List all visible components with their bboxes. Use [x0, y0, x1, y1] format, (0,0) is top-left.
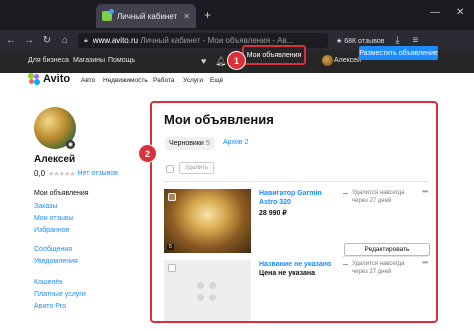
- tab-archive[interactable]: Архив 2: [223, 139, 248, 146]
- sidebar-item-messages[interactable]: Сообщения: [34, 246, 72, 253]
- site-rating-badge[interactable]: ★ 68К отзывов: [336, 37, 384, 45]
- browser-tab-bar: Личный кабинет - Мои ✕ + — ✕: [0, 0, 474, 30]
- profile-name: Алексей: [34, 154, 76, 165]
- sidebar-item-my-ads[interactable]: Мои объявления: [34, 190, 89, 197]
- category-realty[interactable]: Недвижимость: [103, 77, 148, 84]
- status-dash-icon: [343, 193, 348, 194]
- tab-drafts[interactable]: Черновики 5: [165, 137, 214, 150]
- sidebar-item-orders[interactable]: Заказы: [34, 203, 57, 210]
- category-jobs[interactable]: Работа: [153, 77, 174, 84]
- sidebar-item-avito-pro[interactable]: Авито Pro: [34, 303, 66, 310]
- avatar[interactable]: [322, 55, 333, 66]
- sidebar-item-wallet[interactable]: Кошелёк: [34, 279, 62, 286]
- user-menu[interactable]: Алексей: [334, 57, 361, 64]
- edit-button[interactable]: Редактировать: [344, 243, 430, 256]
- ad-photo[interactable]: 5: [164, 189, 251, 253]
- my-ads-link[interactable]: Мои объявления: [242, 45, 306, 65]
- sidebar-item-favorites[interactable]: Избранное: [34, 227, 69, 234]
- ad-status: Удалится навсегда через 27 дней: [352, 261, 405, 275]
- page-content: Avito Авто Недвижимость Работа Услуги Ещ…: [0, 73, 474, 331]
- select-all-checkbox[interactable]: [166, 165, 174, 173]
- camera-icon[interactable]: ◉: [66, 140, 75, 149]
- ad-title-link[interactable]: Навигатор Garmin Astro 320: [259, 189, 322, 207]
- ad-title-link[interactable]: Название не указано: [259, 260, 331, 269]
- bell-icon[interactable]: 🔔︎: [215, 56, 226, 67]
- download-icon[interactable]: ⤓: [392, 35, 402, 46]
- my-ads-panel: Мои объявления Черновики 5 Архив 2 Удалит…: [150, 101, 438, 323]
- window-close-icon[interactable]: ✕: [456, 7, 464, 18]
- minimize-icon[interactable]: —: [430, 7, 440, 18]
- avito-logo-icon: [28, 73, 40, 85]
- new-tab-icon[interactable]: +: [204, 9, 211, 21]
- heart-icon[interactable]: ♥: [201, 56, 206, 66]
- page-title: Мои объявления: [164, 112, 274, 127]
- more-options-icon[interactable]: •••: [422, 258, 428, 267]
- menu-shops[interactable]: Магазины: [73, 57, 105, 64]
- no-photo-icon: [197, 282, 219, 304]
- arrow-right-icon[interactable]: →: [24, 35, 34, 46]
- sidebar-item-my-reviews[interactable]: Мои отзывы: [34, 215, 74, 222]
- rating-stars-icon: ★★★★★: [48, 170, 75, 178]
- category-auto[interactable]: Авто: [81, 77, 95, 84]
- ad-price: Цена не указана: [259, 270, 315, 277]
- reload-icon[interactable]: ↻: [42, 35, 52, 46]
- menu-icon[interactable]: ≡: [410, 35, 420, 46]
- menu-for-business[interactable]: Для бизнеса: [28, 57, 69, 64]
- status-dash-icon: [343, 264, 348, 265]
- ad-photo-placeholder[interactable]: [164, 260, 251, 321]
- tab-close-icon[interactable]: ✕: [183, 12, 190, 21]
- no-reviews-link[interactable]: Нет отзывов: [78, 170, 118, 177]
- callout-1: 1: [228, 52, 245, 69]
- more-options-icon[interactable]: •••: [422, 187, 428, 196]
- lock-icon: 🔒︎: [84, 36, 88, 44]
- sidebar-item-paid-services[interactable]: Платные услуги: [34, 291, 86, 298]
- ad-checkbox[interactable]: [168, 264, 176, 272]
- divider: [342, 256, 428, 257]
- ad-checkbox[interactable]: [168, 193, 176, 201]
- callout-2: 2: [139, 145, 156, 162]
- url-text: www.avito.ru Личный кабинет - Мои объявл…: [92, 36, 294, 45]
- profile-rating: 0,0 ★★★★★ Нет отзывов: [34, 169, 118, 178]
- post-ad-button[interactable]: Разместить объявление: [359, 46, 438, 60]
- divider: [164, 181, 428, 182]
- tab-title: Личный кабинет - Мои: [117, 11, 178, 21]
- photo-count-badge: 5: [167, 244, 174, 250]
- arrow-left-icon[interactable]: ←: [6, 35, 16, 46]
- category-services[interactable]: Услуги: [183, 77, 203, 84]
- sidebar-item-notifications[interactable]: Уведомления: [34, 258, 78, 265]
- category-more[interactable]: Ещё: [210, 77, 223, 84]
- home-icon[interactable]: ⌂: [60, 35, 70, 46]
- avito-logo[interactable]: Avito: [28, 71, 70, 87]
- ad-status: Удалится навсегда через 27 дней: [352, 190, 405, 204]
- browser-tab[interactable]: Личный кабинет - Мои ✕: [96, 4, 196, 28]
- ad-price: 28 990 ₽: [259, 210, 287, 217]
- avito-favicon-icon: [102, 9, 114, 21]
- delete-button[interactable]: Удалить: [179, 162, 214, 174]
- menu-help[interactable]: Помощь: [108, 57, 135, 64]
